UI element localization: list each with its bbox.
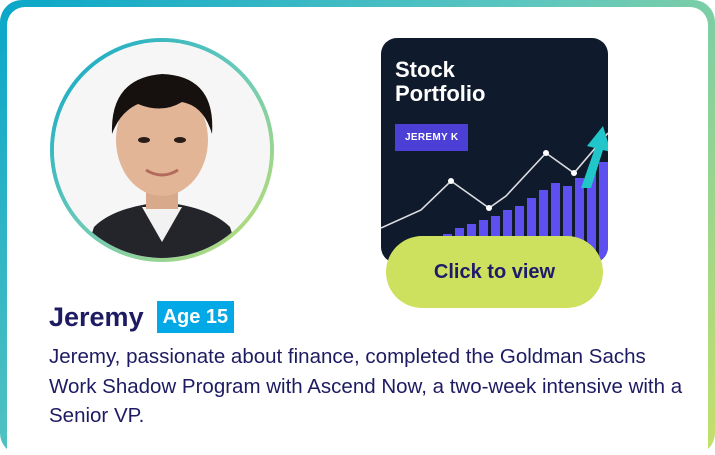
student-name: Jeremy	[49, 301, 144, 332]
portfolio-thumbnail[interactable]: Stock Portfolio JEREMY K	[381, 38, 608, 263]
click-to-view-button[interactable]: Click to view	[386, 236, 603, 308]
author-tag: JEREMY K	[395, 124, 469, 151]
avatar-photo	[54, 42, 270, 258]
student-bio: Jeremy, passionate about finance, comple…	[49, 345, 683, 427]
portfolio-title-line-1: Stock	[395, 57, 455, 82]
name-row: Jeremy Age 15	[49, 297, 235, 337]
age-badge: Age 15	[156, 301, 235, 333]
avatar	[54, 42, 270, 258]
portfolio-title-line-2: Portfolio	[395, 81, 486, 106]
portfolio-title: Stock Portfolio	[395, 58, 575, 106]
